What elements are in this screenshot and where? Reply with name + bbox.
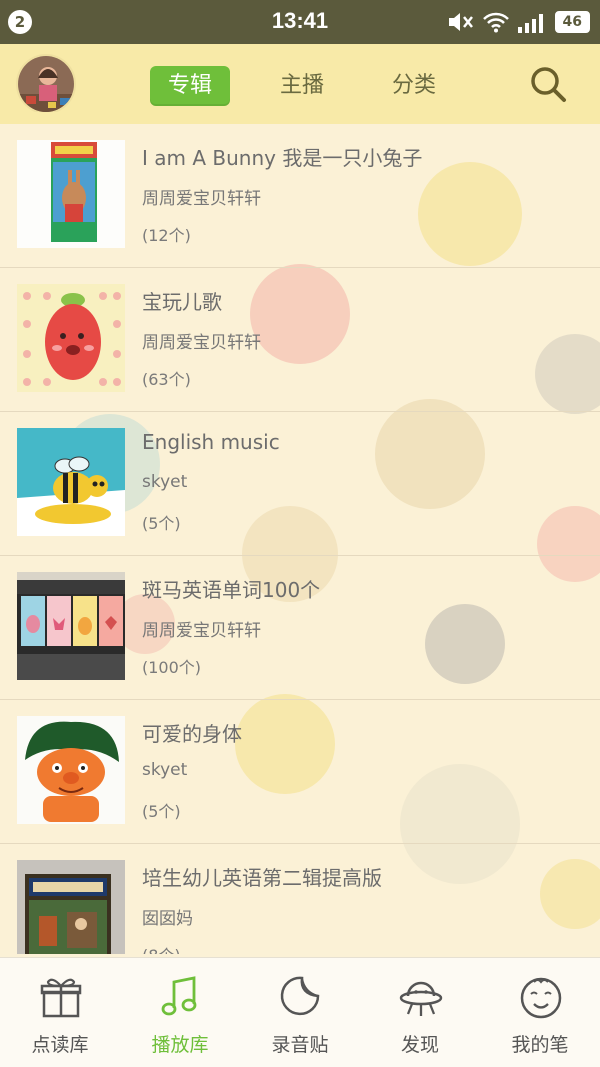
signal-icon <box>517 14 543 33</box>
smiley-icon <box>520 977 562 1019</box>
album-title: 培生幼儿英语第二辑提高版 <box>142 866 382 890</box>
album-author: skyet <box>142 760 188 780</box>
sticker-icon <box>280 976 320 1016</box>
album-cover-book <box>17 860 125 954</box>
search-icon[interactable] <box>528 64 568 104</box>
album-author: 囡囡妈 <box>142 909 193 929</box>
gift-icon <box>40 978 82 1018</box>
tab-albums[interactable]: 专辑 <box>150 66 230 106</box>
album-count: (63个) <box>142 370 191 389</box>
nav-item-reading-library[interactable]: 点读库 <box>0 958 120 1067</box>
album-item[interactable]: English music skyet (5个) <box>0 412 600 556</box>
tab-categories[interactable]: 分类 <box>374 66 454 106</box>
music-note-icon <box>161 976 197 1016</box>
status-bar: 2 13:41 46 <box>0 0 600 44</box>
ufo-icon <box>399 981 443 1016</box>
nav-item-discover[interactable]: 发现 <box>360 958 480 1067</box>
nav-item-my-pen[interactable]: 我的笔 <box>480 958 600 1067</box>
nav-label: 录音贴 <box>271 1034 329 1056</box>
album-author: 周周爱宝贝轩轩 <box>142 621 261 641</box>
status-icons: 46 <box>447 9 590 35</box>
nav-item-play-library[interactable]: 播放库 <box>120 958 240 1067</box>
nav-label: 发现 <box>400 1034 439 1056</box>
battery-icon: 46 <box>554 11 590 33</box>
nav-label: 点读库 <box>31 1034 89 1056</box>
album-cover-apple <box>17 284 125 392</box>
album-author: skyet <box>142 472 188 492</box>
nav-label: 我的笔 <box>511 1034 569 1056</box>
album-count: (100个) <box>142 658 202 677</box>
tab-anchors[interactable]: 主播 <box>262 66 342 106</box>
album-cover-bunny <box>17 140 125 248</box>
album-author: 周周爱宝贝轩轩 <box>142 189 261 209</box>
album-author: 周周爱宝贝轩轩 <box>142 333 261 353</box>
album-title: 宝玩儿歌 <box>142 290 222 314</box>
album-count: (8个) <box>142 942 181 954</box>
album-item[interactable]: 宝玩儿歌 周周爱宝贝轩轩 (63个) <box>0 268 600 412</box>
album-cover-zebra-cards <box>17 572 125 680</box>
album-item[interactable]: I am A Bunny 我是一只小兔子 周周爱宝贝轩轩 (12个) <box>0 124 600 268</box>
wifi-icon <box>482 12 509 33</box>
album-list[interactable]: I am A Bunny 我是一只小兔子 周周爱宝贝轩轩 (12个) 宝玩儿歌 … <box>0 124 600 954</box>
album-cover-bee <box>17 428 125 536</box>
album-count: (5个) <box>142 514 181 533</box>
album-cover-troll <box>17 716 125 824</box>
nav-label: 播放库 <box>151 1034 209 1056</box>
bottom-nav: 点读库 播放库 录音贴 发现 我的笔 <box>0 957 600 1067</box>
album-count: (12个) <box>142 226 191 245</box>
nav-item-recording-stickers[interactable]: 录音贴 <box>240 958 360 1067</box>
album-count: (5个) <box>142 802 181 821</box>
avatar[interactable] <box>16 54 76 114</box>
mute-icon <box>448 13 473 31</box>
album-item[interactable]: 斑马英语单词100个 周周爱宝贝轩轩 (100个) <box>0 556 600 700</box>
album-title: 可爱的身体 <box>142 722 242 746</box>
album-title: English music <box>142 430 280 454</box>
album-item[interactable]: 培生幼儿英语第二辑提高版 囡囡妈 (8个) <box>0 844 600 954</box>
album-title: I am A Bunny 我是一只小兔子 <box>142 146 423 170</box>
album-item[interactable]: 可爱的身体 skyet (5个) <box>0 700 600 844</box>
album-title: 斑马英语单词100个 <box>142 578 321 602</box>
